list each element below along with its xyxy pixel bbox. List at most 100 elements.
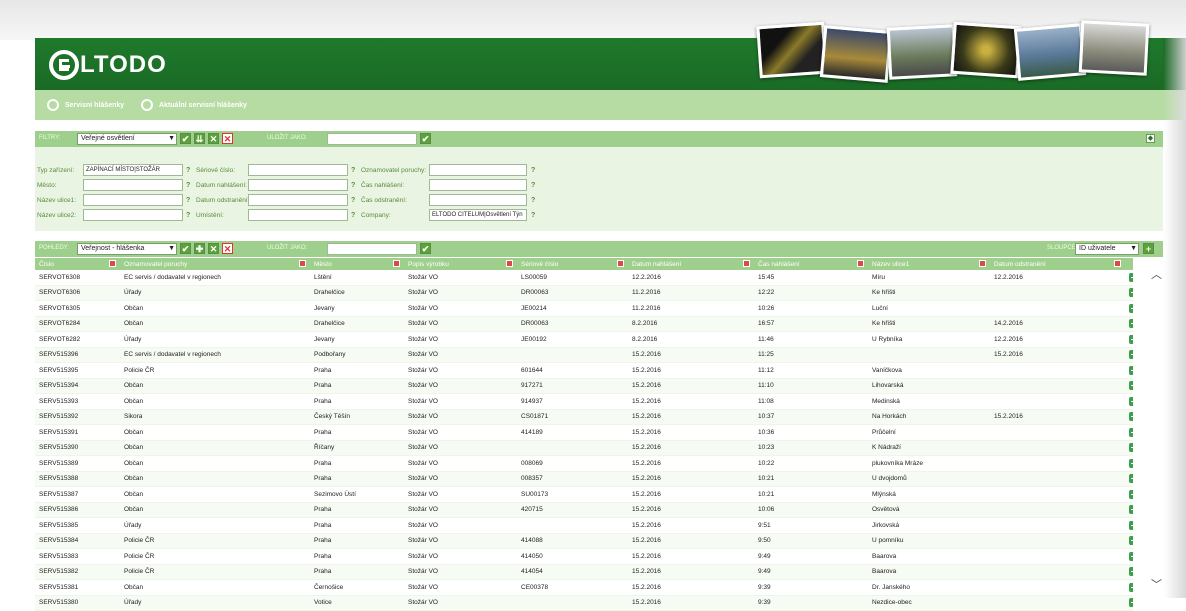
table-row[interactable]: SERVOT6282 Úřady Jevany Stožár VO JE00192 8.2… xyxy=(35,331,1133,348)
umisteni-input[interactable] xyxy=(248,209,348,221)
help-icon[interactable]: ? xyxy=(186,167,190,174)
table-row[interactable]: SERV515380 Úřady Votice Stožár VO 15.2.2016 9… xyxy=(35,595,1133,611)
table-row[interactable]: SERV515386 Občan Praha Stožár VO 420715 15.2.… xyxy=(35,502,1133,518)
help-icon[interactable]: ? xyxy=(351,212,355,219)
column-header[interactable]: Číslo xyxy=(35,258,120,270)
help-icon[interactable]: ? xyxy=(351,182,355,189)
columns-select[interactable]: ID uživatele ▼ xyxy=(1075,243,1139,255)
row-detail-icon[interactable] xyxy=(1129,551,1133,561)
row-detail-icon[interactable] xyxy=(1129,505,1133,515)
filter-save-as-input[interactable] xyxy=(327,133,417,145)
help-icon[interactable]: ? xyxy=(531,197,535,204)
table-row[interactable]: SERVOT6306 Úřady Drahelčice Stožár VO DR0006… xyxy=(35,285,1133,301)
scroll-up-icon[interactable]: ︿ xyxy=(1151,266,1162,282)
help-icon[interactable]: ? xyxy=(186,197,190,204)
nav-link-servisni-hlasenky[interactable]: Servisní hlášenky xyxy=(47,99,124,111)
scroll-down-icon[interactable]: ﹀ xyxy=(1151,576,1162,592)
view-select[interactable]: Veřejnost - hlášenka ▼ xyxy=(77,243,177,255)
row-detail-icon[interactable] xyxy=(1129,319,1133,329)
sort-icon[interactable] xyxy=(857,260,864,267)
typ-zarizeni-input[interactable]: ZAPÍNACÍ MÍSTO|STOŽÁR xyxy=(83,164,183,176)
table-row[interactable]: SERV515395 Policie ČR Praha Stožár VO 601644… xyxy=(35,362,1133,379)
row-detail-icon[interactable] xyxy=(1129,365,1133,375)
sort-icon[interactable] xyxy=(393,260,400,267)
row-detail-icon[interactable] xyxy=(1129,396,1133,406)
row-detail-icon[interactable] xyxy=(1129,288,1133,298)
column-header[interactable]: Město xyxy=(310,258,404,270)
help-icon[interactable]: ? xyxy=(351,197,355,204)
row-detail-icon[interactable] xyxy=(1129,567,1133,577)
datum-odstraneni-input[interactable] xyxy=(248,194,348,206)
row-detail-icon[interactable] xyxy=(1129,582,1133,592)
row-detail-icon[interactable] xyxy=(1129,381,1133,391)
row-detail-icon[interactable] xyxy=(1129,272,1133,282)
row-detail-icon[interactable] xyxy=(1129,536,1133,546)
table-row[interactable]: SERV515381 Občan Černošice Stožár VO CE00378… xyxy=(35,579,1133,596)
column-header[interactable]: Datum nahlášení xyxy=(628,258,754,270)
sort-icon[interactable] xyxy=(617,260,624,267)
column-header[interactable]: Popis výrobku xyxy=(404,258,517,270)
table-row[interactable]: SERVOT6308 EC servis / dodavatel v region… xyxy=(35,270,1133,286)
column-header[interactable]: Sériové číslo xyxy=(517,258,628,270)
sort-icon[interactable] xyxy=(1114,260,1121,267)
table-row[interactable]: SERV515385 Úřady Praha Stožár VO 15.2.2016 9:… xyxy=(35,517,1133,534)
apply-filter-button[interactable]: ✔ xyxy=(180,133,191,144)
row-detail-icon[interactable] xyxy=(1129,443,1133,453)
row-detail-icon[interactable] xyxy=(1129,334,1133,344)
table-row[interactable]: SERV515384 Policie ČR Praha Stožár VO 414088… xyxy=(35,533,1133,549)
datum-nahlaseni-input[interactable] xyxy=(248,179,348,191)
help-icon[interactable]: ? xyxy=(531,167,535,174)
table-row[interactable]: SERV515387 Občan Sezimovo Ústí Stožár VO SU0… xyxy=(35,486,1133,503)
column-header[interactable]: Datum odstranění xyxy=(990,258,1125,270)
sort-icon[interactable] xyxy=(979,260,986,267)
sort-icon[interactable] xyxy=(506,260,513,267)
table-row[interactable]: SERV515394 Občan Praha Stožár VO 917271 15.2.… xyxy=(35,378,1133,394)
table-row[interactable]: SERV515393 Občan Praha Stožár VO 914937 15.2.… xyxy=(35,393,1133,410)
table-row[interactable]: SERVOT6305 Občan Jevany Stožár VO JE00214 11.… xyxy=(35,300,1133,317)
filter-select[interactable]: Veřejné osvětlení ▼ xyxy=(77,133,177,145)
nav-link-aktualni-hlasenky[interactable]: Aktuální servisní hlášenky xyxy=(141,99,247,111)
confirm-save-filter-button[interactable]: ✔ xyxy=(420,133,431,144)
confirm-save-view-button[interactable]: ✔ xyxy=(420,243,431,254)
row-detail-icon[interactable] xyxy=(1129,427,1133,437)
row-detail-icon[interactable] xyxy=(1129,489,1133,499)
cas-odstraneni-input[interactable] xyxy=(429,194,527,206)
help-icon[interactable]: ? xyxy=(186,182,190,189)
help-icon[interactable]: ? xyxy=(531,182,535,189)
clear-view-button[interactable]: ✕ xyxy=(208,243,219,254)
column-header[interactable]: Název ulice1 xyxy=(868,258,990,270)
save-filter-button[interactable]: ⇊ xyxy=(194,133,205,144)
row-detail-icon[interactable] xyxy=(1129,412,1133,422)
delete-filter-button[interactable]: ✕ xyxy=(222,133,233,144)
apply-view-button[interactable]: ✔ xyxy=(180,243,191,254)
save-view-button[interactable]: ✚ xyxy=(194,243,205,254)
expand-icon[interactable]: ◆ xyxy=(1146,134,1155,143)
seriove-cislo-input[interactable] xyxy=(248,164,348,176)
table-row[interactable]: SERV515389 Občan Praha Stožár VO 008069 15.2.… xyxy=(35,455,1133,472)
sort-icon[interactable] xyxy=(743,260,750,267)
row-detail-icon[interactable] xyxy=(1129,520,1133,530)
nazev-ulice2-input[interactable] xyxy=(83,209,183,221)
table-row[interactable]: SERV515388 Občan Praha Stožár VO 008357 15.2.… xyxy=(35,471,1133,487)
delete-view-button[interactable]: ✕ xyxy=(222,243,233,254)
table-row[interactable]: SERV515396 EC servis / dodavatel v region… xyxy=(35,347,1133,363)
row-detail-icon[interactable] xyxy=(1129,474,1133,484)
table-row[interactable]: SERV515390 Občan Říčany Stožár VO 15.2.2016 1… xyxy=(35,440,1133,456)
table-row[interactable]: SERV515392 Sikora Český Těšín Stožár VO CS01… xyxy=(35,409,1133,425)
nazev-ulice1-input[interactable] xyxy=(83,194,183,206)
table-row[interactable]: SERV515383 Policie ČR Praha Stožár VO 414050… xyxy=(35,548,1133,565)
sort-icon[interactable] xyxy=(109,260,116,267)
add-column-button[interactable]: + xyxy=(1143,243,1154,254)
table-row[interactable]: SERVOT6284 Občan Drahelčice Stožár VO DR0006… xyxy=(35,316,1133,332)
help-icon[interactable]: ? xyxy=(351,167,355,174)
column-header[interactable]: Oznamovatel poruchy xyxy=(120,258,310,270)
help-icon[interactable]: ? xyxy=(531,212,535,219)
table-row[interactable]: SERV515391 Občan Praha Stožár VO 414189 15.2.… xyxy=(35,424,1133,441)
view-save-as-input[interactable] xyxy=(327,243,417,255)
row-detail-icon[interactable] xyxy=(1129,350,1133,360)
mesto-input[interactable] xyxy=(83,179,183,191)
row-detail-icon[interactable] xyxy=(1129,303,1133,313)
row-detail-icon[interactable] xyxy=(1129,598,1133,608)
help-icon[interactable]: ? xyxy=(186,212,190,219)
cas-nahlaseni-input[interactable] xyxy=(429,179,527,191)
